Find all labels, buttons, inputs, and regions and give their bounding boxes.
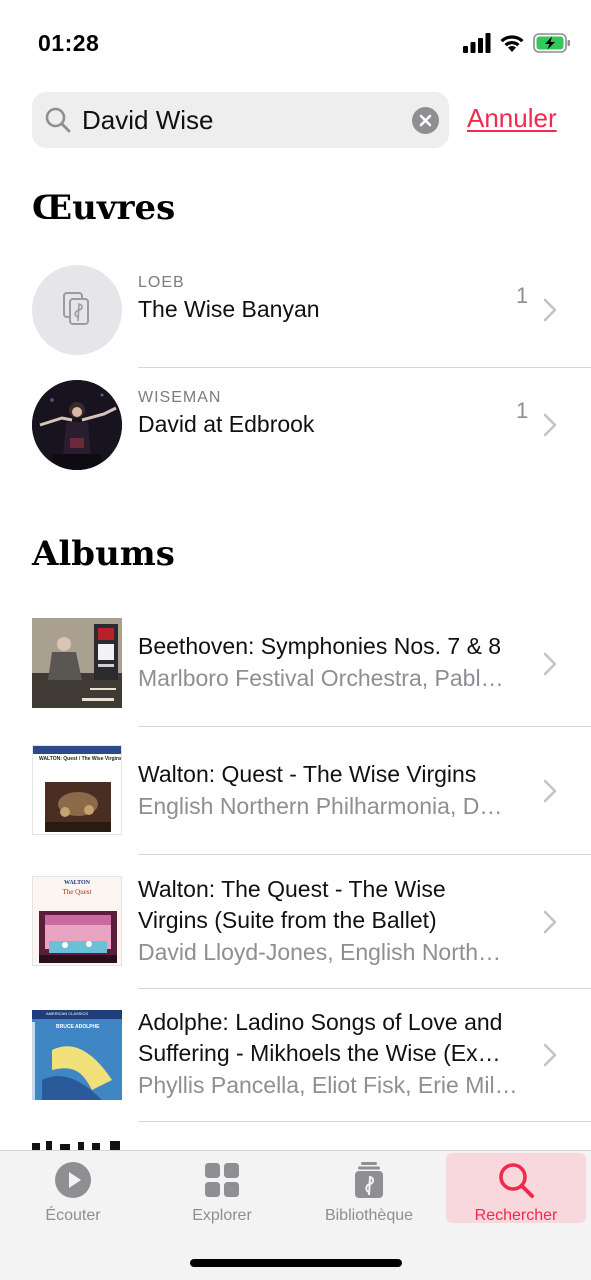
- chevron-right-icon: [543, 413, 557, 437]
- work-count: 1: [516, 398, 529, 423]
- album-artist: Phyllis Pancella, Eliot Fisk, Erie Mil…: [138, 1072, 518, 1098]
- album-cover-text: WALTON: [63, 880, 90, 886]
- album-cover-text: AMERICAN CLASSICS: [46, 1011, 89, 1016]
- search-input[interactable]: David Wise: [82, 105, 213, 136]
- work-thumbnail: [32, 380, 122, 470]
- album-cover-text: WALTON: Quest / The Wise Virgins: [39, 756, 122, 762]
- search-icon: [45, 107, 71, 133]
- work-title: The Wise Banyan: [138, 296, 320, 322]
- tab-bibliotheque[interactable]: Bibliothèque: [299, 1153, 439, 1224]
- status-bar: 01:28: [0, 0, 591, 80]
- search-icon: [499, 1163, 534, 1198]
- work-composer: WISEMAN: [138, 389, 222, 406]
- score-placeholder-icon: [63, 292, 89, 325]
- work-count: 1: [516, 283, 529, 308]
- tab-rechercher[interactable]: Rechercher: [446, 1153, 586, 1224]
- signal-icon: [463, 33, 491, 53]
- album-artist: Marlboro Festival Orchestra, Pabl…: [138, 665, 504, 691]
- status-time: 01:28: [38, 30, 100, 56]
- album-row[interactable]: WALTON The Quest Walton: The Quest - The…: [32, 855, 591, 989]
- album-title: Adolphe: Ladino Songs of Love and: [138, 1009, 503, 1035]
- work-row-david-at-edbrook[interactable]: WISEMAN David at Edbrook 1: [32, 368, 591, 483]
- album-artwork: WALTON The Quest: [32, 876, 122, 966]
- work-title: David at Edbrook: [138, 411, 315, 437]
- tab-ecouter[interactable]: Écouter: [3, 1153, 143, 1224]
- album-text: Beethoven: Symphonies Nos. 7 & 8 Marlbor…: [138, 631, 523, 694]
- library-icon: [355, 1162, 383, 1198]
- album-title: Walton: Quest - The Wise Virgins: [138, 761, 477, 787]
- album-title-line2: Virgins (Suite from the Ballet): [138, 907, 437, 933]
- chevron-right-icon: [543, 779, 557, 803]
- tab-label: Écouter: [45, 1207, 101, 1224]
- search-field[interactable]: David Wise: [32, 92, 449, 148]
- battery-charging-icon: [533, 33, 570, 53]
- cancel-button[interactable]: Annuler: [467, 103, 557, 134]
- albums-section-title: Albums: [32, 534, 175, 574]
- album-text: Walton: The Quest - The Wise Virgins (Su…: [138, 874, 523, 968]
- album-cover-partial: [32, 1139, 122, 1150]
- album-artwork: WALTON: Quest / The Wise Virgins: [32, 745, 122, 835]
- search-row: David Wise Annuler: [32, 92, 572, 148]
- clear-search-button[interactable]: [412, 107, 439, 134]
- home-indicator[interactable]: [190, 1259, 402, 1267]
- album-artwork: AMERICAN CLASSICS BRUCE ADOLPHE: [32, 1010, 122, 1100]
- works-section-title: Œuvres: [32, 188, 176, 228]
- grid-icon: [205, 1163, 239, 1197]
- album-title: Beethoven: Symphonies Nos. 7 & 8: [138, 633, 502, 659]
- conductor-photo: [32, 380, 122, 470]
- album-text: Walton: Quest - The Wise Virgins English…: [138, 759, 523, 822]
- work-thumbnail: [32, 265, 122, 355]
- album-artist: English Northern Philharmonia, D…: [138, 793, 503, 819]
- chevron-right-icon: [543, 298, 557, 322]
- row-divider: [138, 1121, 591, 1122]
- chevron-right-icon: [543, 910, 557, 934]
- album-artist: David Lloyd-Jones, English North…: [138, 939, 502, 965]
- wifi-icon: [500, 35, 524, 52]
- tab-label: Bibliothèque: [324, 1207, 414, 1224]
- album-artwork: [32, 618, 122, 708]
- album-title-line2: Suffering - Mikhoels the Wise (Ex…: [138, 1040, 501, 1066]
- album-artwork-partial: [32, 1138, 122, 1150]
- clear-icon: [419, 114, 432, 127]
- album-title: Walton: The Quest - The Wise: [138, 876, 446, 902]
- album-row[interactable]: AMERICAN CLASSICS BRUCE ADOLPHE Adolphe:…: [32, 989, 591, 1122]
- album-row[interactable]: Beethoven: Symphonies Nos. 7 & 8 Marlbor…: [32, 600, 591, 727]
- play-circle-icon: [55, 1162, 91, 1198]
- tab-explorer[interactable]: Explorer: [152, 1153, 292, 1224]
- album-cover-beethoven: [32, 618, 122, 708]
- tab-label: Explorer: [192, 1207, 252, 1224]
- album-cover-painting: [45, 782, 111, 832]
- tab-label: Rechercher: [474, 1207, 558, 1224]
- album-cover-text: BRUCE ADOLPHE: [56, 1024, 100, 1030]
- chevron-right-icon: [543, 1043, 557, 1067]
- album-cover-stage: [39, 911, 117, 963]
- album-text: Adolphe: Ladino Songs of Love and Suffer…: [138, 1007, 523, 1101]
- chevron-right-icon: [543, 652, 557, 676]
- status-icons: [463, 31, 571, 55]
- album-row[interactable]: WALTON: Quest / The Wise Virgins Walton:…: [32, 727, 591, 855]
- work-composer: LOEB: [138, 274, 185, 291]
- album-cover-text: The Quest: [62, 888, 92, 896]
- work-row-wise-banyan[interactable]: LOEB The Wise Banyan 1: [32, 253, 591, 368]
